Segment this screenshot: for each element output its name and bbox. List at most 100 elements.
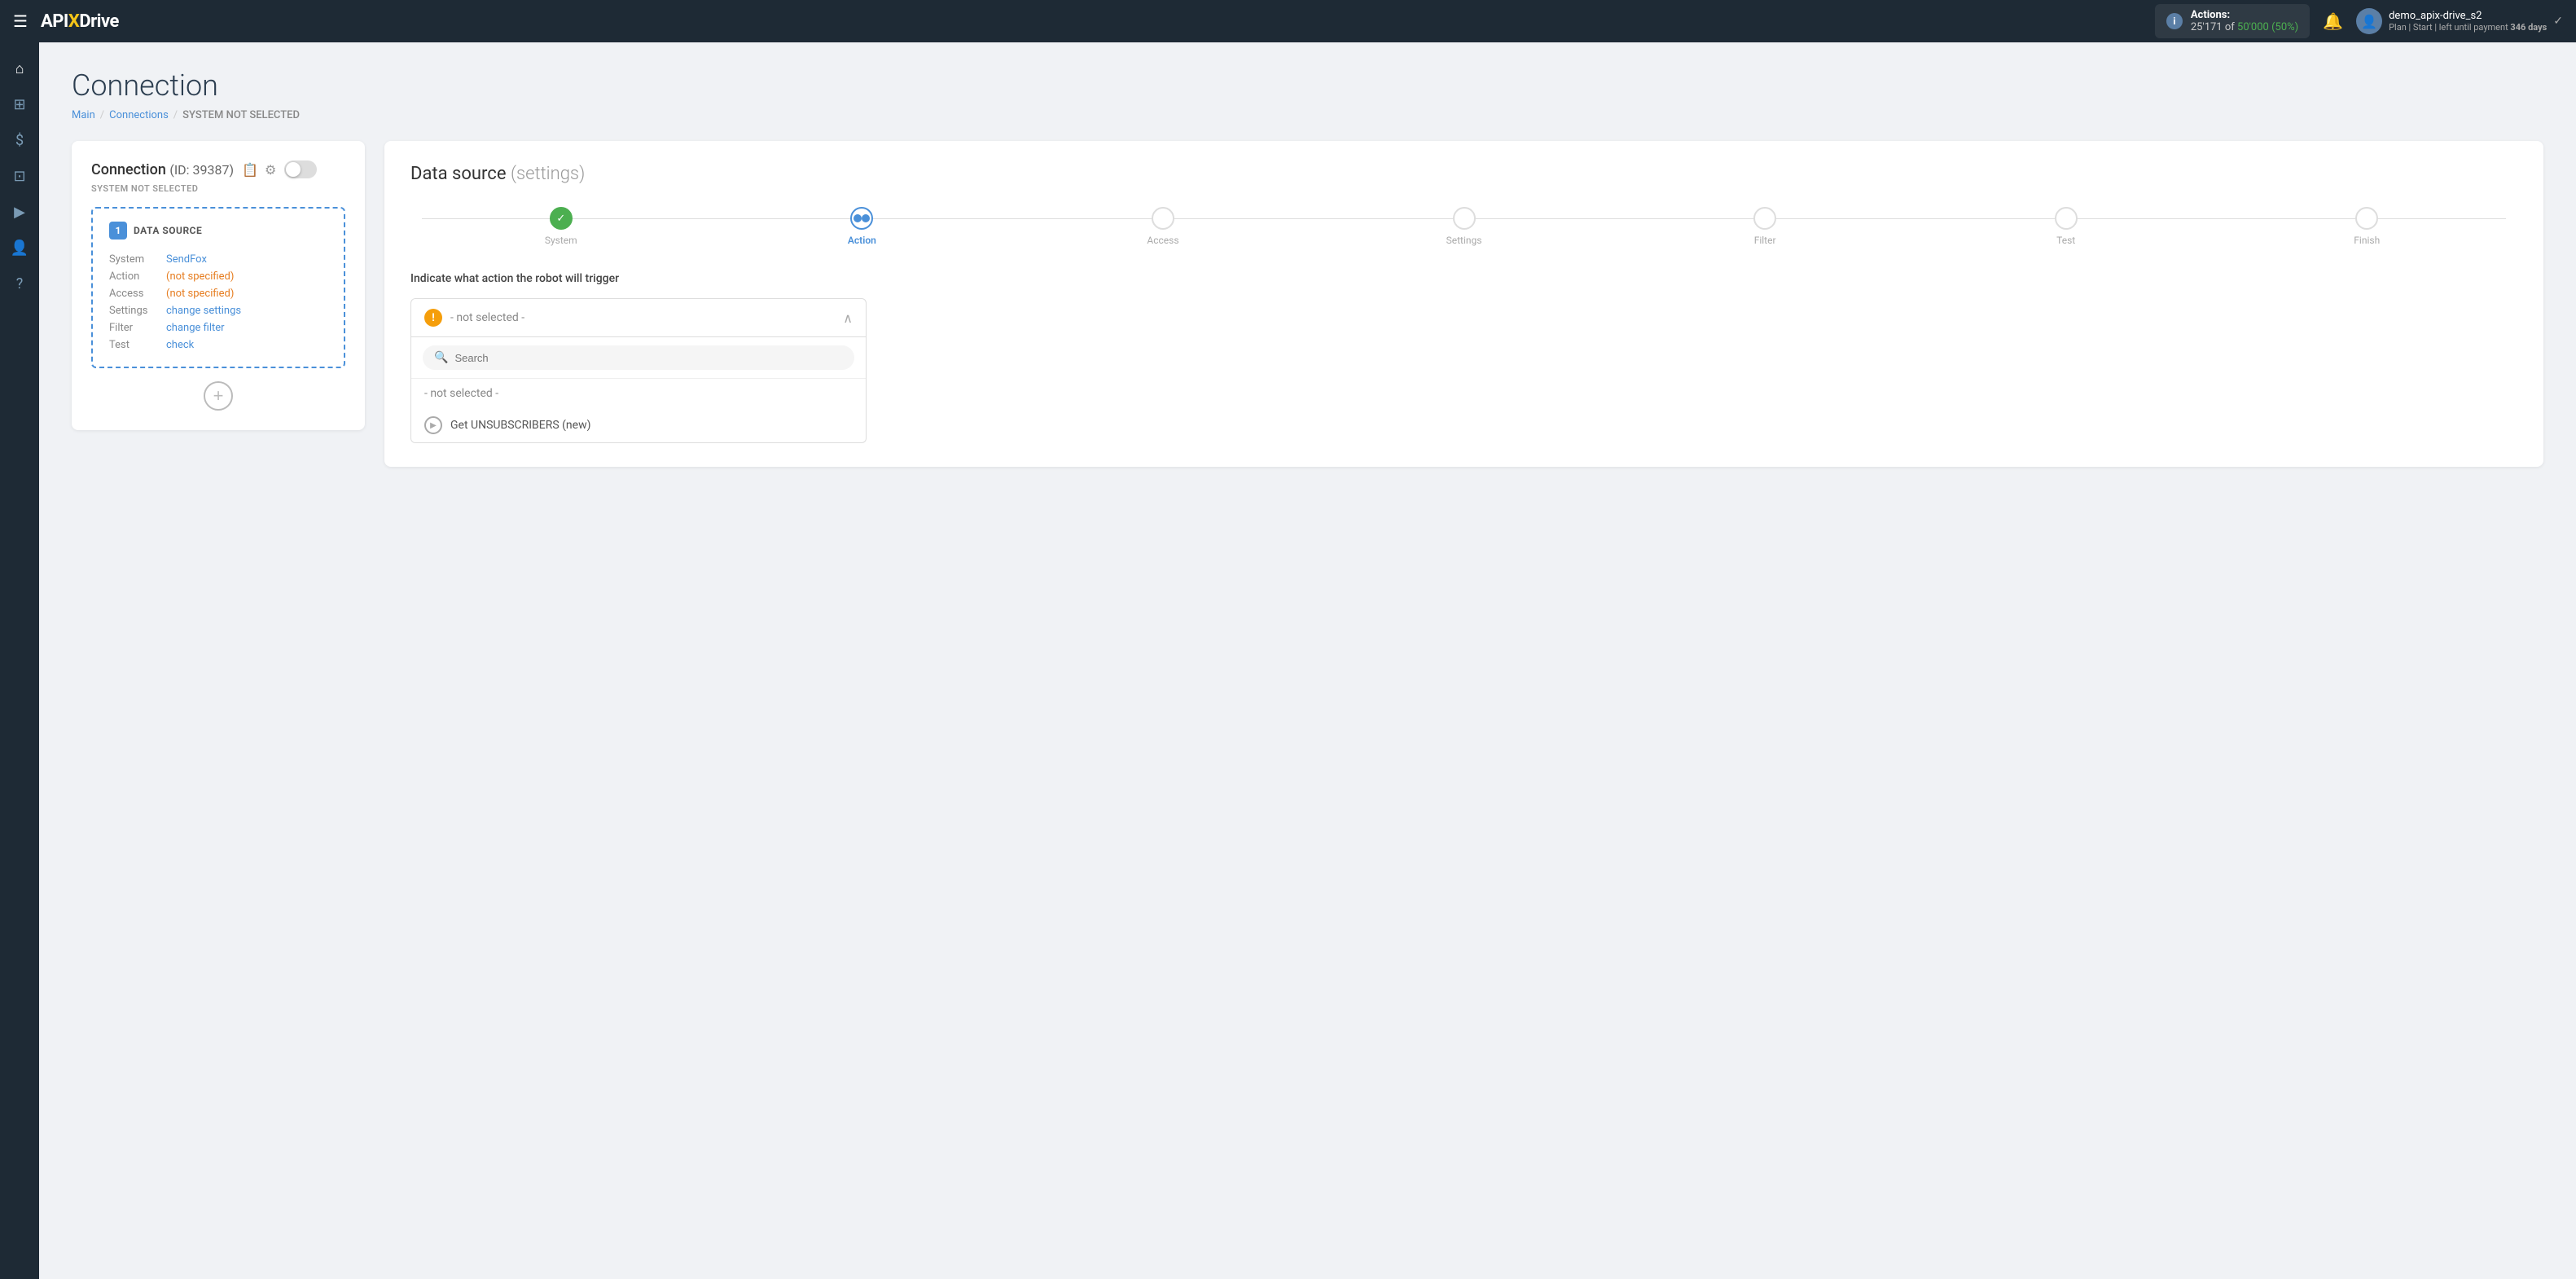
sidebar-item-home[interactable]: ⌂ [3,52,36,85]
ds-value-test[interactable]: check [166,336,327,354]
ds-value-filter[interactable]: change filter [166,319,327,336]
datasource-card: 1 DATA SOURCE System SendFox Action (not… [91,207,345,368]
datasource-badge: 1 [109,222,127,240]
dropdown-option-get-unsubscribers[interactable]: ▶ Get UNSUBSCRIBERS (new) [411,408,866,442]
step-circle-finish [2355,207,2378,230]
sidebar-item-video[interactable]: ▶ [3,196,36,228]
top-navigation: ☰ APIXDrive i Actions: 25'171 of 50'000 … [0,0,2576,42]
ds-label-action: Action [109,268,166,285]
dropdown-option-not-selected[interactable]: - not selected - [411,379,866,408]
table-row: System SendFox [109,251,327,268]
chevron-up-icon: ∧ [843,310,853,326]
warn-icon: ! [424,309,442,327]
step-label-filter: Filter [1754,235,1776,246]
search-input[interactable] [454,352,843,364]
connection-title: Connection (ID: 39387) [91,161,234,178]
plan-text: Plan | Start | left until payment 346 da… [2389,22,2547,33]
actions-text: Actions: 25'171 of 50'000 (50%) [2191,9,2298,33]
datasource-title: DATA SOURCE [134,225,202,236]
step-system[interactable]: ✓ System [410,207,712,246]
main-content: Connection Main / Connections / SYSTEM N… [39,42,2576,1279]
ds-value-system[interactable]: SendFox [166,251,327,268]
ds-value-action[interactable]: (not specified) [166,268,327,285]
copy-icon[interactable]: 📋 [242,162,258,178]
search-icon: 🔍 [434,351,448,364]
step-filter[interactable]: Filter [1614,207,1916,246]
dropdown-trigger[interactable]: ! - not selected - ∧ [410,298,867,337]
step-circle-access [1152,207,1174,230]
step-circle-action [850,207,873,230]
step-access[interactable]: Access [1012,207,1314,246]
ds-label-test: Test [109,336,166,354]
left-panel-header: Connection (ID: 39387) 📋 ⚙ [91,160,345,178]
settings-subtitle: (settings) [511,164,585,184]
sidebar-item-billing[interactable]: $ [3,124,36,156]
step-action[interactable]: Action [712,207,1013,246]
play-icon: ▶ [424,416,442,434]
hamburger-menu[interactable]: ☰ [13,11,28,31]
sidebar-item-tools[interactable]: ⊡ [3,160,36,192]
add-datasource-button[interactable]: + [204,381,233,411]
right-panel: Data source (settings) ✓ System Action [384,141,2543,467]
step-settings[interactable]: Settings [1314,207,1615,246]
actions-used: 25'171 [2191,21,2223,33]
logo-x: X [68,11,79,32]
ds-value-access[interactable]: (not specified) [166,285,327,302]
panels-row: Connection (ID: 39387) 📋 ⚙ SYSTEM NOT SE… [72,141,2543,467]
step-label-action: Action [848,235,876,246]
ds-label-access: Access [109,285,166,302]
sidebar-item-help[interactable]: ? [3,267,36,300]
dropdown-placeholder: - not selected - [450,311,835,324]
step-label-settings: Settings [1446,235,1482,246]
ds-value-settings[interactable]: change settings [166,302,327,319]
step-finish[interactable]: Finish [2216,207,2517,246]
user-info: demo_apix-drive_s2 Plan | Start | left u… [2389,10,2547,33]
breadcrumb-main[interactable]: Main [72,109,95,121]
action-prompt: Indicate what action the robot will trig… [410,272,2517,285]
user-menu[interactable]: 👤 demo_apix-drive_s2 Plan | Start | left… [2356,8,2563,34]
dropdown-panel: 🔍 - not selected - ▶ Get UNSUBSCRIBERS (… [410,337,867,443]
connection-toggle[interactable] [284,160,317,178]
actions-total: 50'000 [2237,21,2269,33]
header-icons: 📋 ⚙ [242,162,276,178]
breadcrumb: Main / Connections / SYSTEM NOT SELECTED [72,109,2543,121]
system-not-selected-label: SYSTEM NOT SELECTED [91,183,345,194]
main-layout: ⌂ ⊞ $ ⊡ ▶ 👤 ? Connection Main / Connecti… [0,42,2576,1279]
breadcrumb-connections[interactable]: Connections [109,109,169,121]
sidebar-item-user[interactable]: 👤 [3,231,36,264]
step-circle-filter [1753,207,1776,230]
actions-counter-box: i Actions: 25'171 of 50'000 (50%) [2155,4,2310,38]
logo-drive: Drive [79,11,119,32]
actions-percent: (50%) [2271,21,2298,33]
step-circle-system: ✓ [550,207,573,230]
user-name: demo_apix-drive_s2 [2389,10,2547,22]
sidebar: ⌂ ⊞ $ ⊡ ▶ 👤 ? [0,42,39,1279]
settings-icon[interactable]: ⚙ [265,162,276,178]
stepper: ✓ System Action Access [410,207,2517,246]
table-row: Action (not specified) [109,268,327,285]
action-dropdown: ! - not selected - ∧ 🔍 - not selected - [410,298,867,443]
step-test[interactable]: Test [1916,207,2217,246]
left-panel: Connection (ID: 39387) 📋 ⚙ SYSTEM NOT SE… [72,141,365,430]
table-row: Access (not specified) [109,285,327,302]
ds-label-settings: Settings [109,302,166,319]
logo: APIXDrive [41,11,119,32]
actions-info-icon: i [2166,13,2183,29]
connection-id: (ID: 39387) [169,162,234,178]
logo-api: API [41,11,68,32]
right-panel-title: Data source (settings) [410,164,2517,184]
sidebar-item-connections[interactable]: ⊞ [3,88,36,121]
datasource-table: System SendFox Action (not specified) Ac… [109,251,327,354]
table-row: Test check [109,336,327,354]
option-label-get-unsubscribers: Get UNSUBSCRIBERS (new) [450,419,590,432]
step-label-system: System [545,235,577,246]
dropdown-search: 🔍 [411,337,866,379]
ds-label-filter: Filter [109,319,166,336]
bell-icon[interactable]: 🔔 [2323,11,2343,31]
user-chevron-icon: ✓ [2553,15,2563,28]
step-label-finish: Finish [2354,235,2380,246]
datasource-card-header: 1 DATA SOURCE [109,222,327,240]
step-label-access: Access [1147,235,1178,246]
table-row: Settings change settings [109,302,327,319]
step-circle-settings [1453,207,1476,230]
